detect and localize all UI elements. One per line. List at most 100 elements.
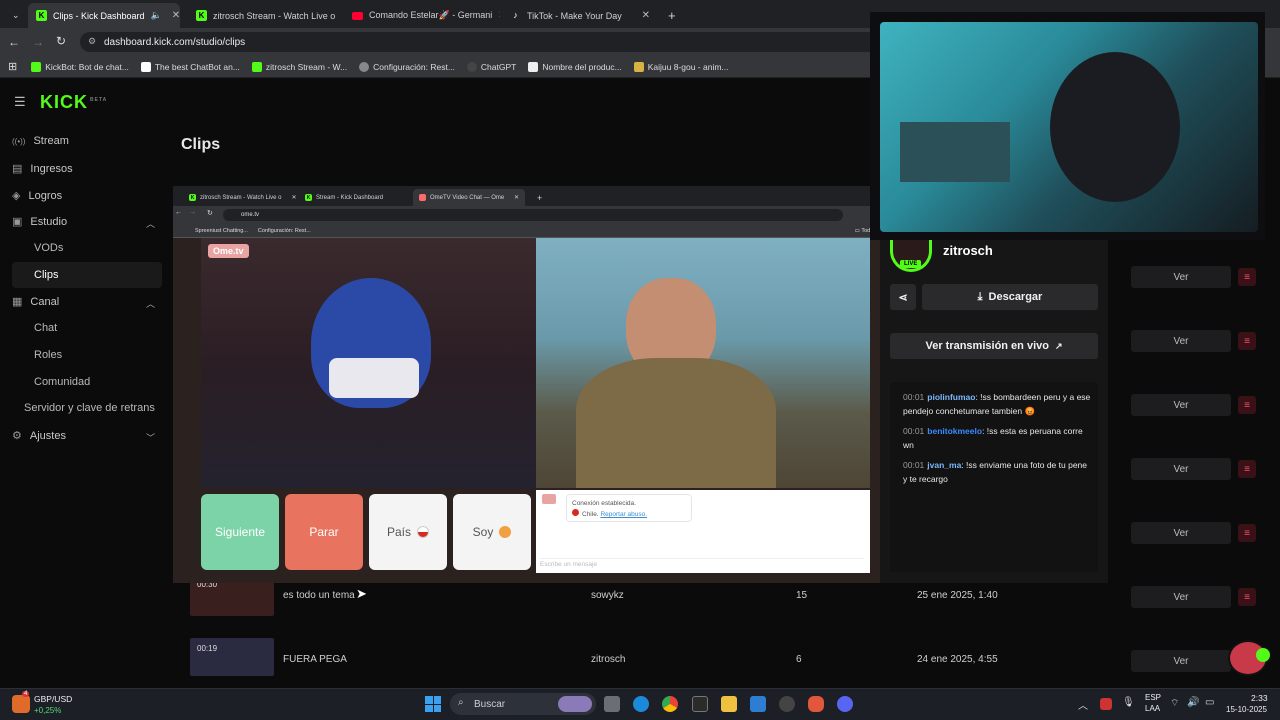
chevron-up-icon[interactable]: ︿ <box>146 297 155 310</box>
apps-grid-icon[interactable]: ⊞ <box>8 60 17 73</box>
wifi-icon[interactable]: ⌔ <box>1170 697 1179 710</box>
language-indicator[interactable]: ESP <box>1145 693 1161 702</box>
clip-views: 6 <box>796 654 802 665</box>
view-clip-button[interactable]: Ver <box>1131 650 1231 672</box>
view-clip-button[interactable]: Ver <box>1131 394 1231 416</box>
clock-time[interactable]: 2:33 <box>1251 693 1268 703</box>
chart-widget-icon[interactable] <box>12 695 30 713</box>
forward-arrow-icon[interactable]: → <box>32 35 44 49</box>
view-clip-button[interactable]: Ver <box>1131 330 1231 352</box>
connection-message: Conexión establecida. Chile. Reportar ab… <box>566 494 692 522</box>
sidebar-item-chat[interactable]: Chat <box>34 322 57 334</box>
sidebar-item-stream[interactable]: ((•)) Stream <box>12 135 69 147</box>
microphone-icon[interactable]: 🎙 <box>1122 697 1135 708</box>
delete-clip-button[interactable]: ≡ <box>1238 396 1256 414</box>
tab-search-button[interactable]: ⌄ <box>4 3 26 28</box>
bookmark-item[interactable]: zitrosch Stream - W... <box>251 61 347 72</box>
bookmark-item[interactable]: ChatGPT <box>466 61 516 72</box>
bookmark-item[interactable]: Nombre del produc... <box>528 61 622 72</box>
sidebar-item-vods[interactable]: VODs <box>34 242 63 254</box>
close-icon[interactable]: ✕ <box>498 10 500 21</box>
reload-icon[interactable]: ↻ <box>56 34 66 48</box>
new-tab-button[interactable]: + <box>660 3 682 28</box>
kick-logo[interactable]: KICK BETA <box>40 92 107 113</box>
sidebar-item-clips[interactable]: Clips <box>34 269 58 281</box>
room-furniture <box>900 122 1010 182</box>
clip-video-preview[interactable]: Kzitrosch Stream - Watch Live o ✕ K Stream… <box>173 186 880 583</box>
share-button[interactable]: ⋖ <box>890 284 916 310</box>
steam-icon[interactable] <box>779 696 795 712</box>
site-info-icon[interactable]: ⚙ <box>88 36 96 47</box>
file-explorer-icon[interactable] <box>721 696 737 712</box>
gear-icon <box>359 61 370 72</box>
next-button[interactable]: Siguiente <box>201 494 279 570</box>
ometv-page: Ome.tv Siguiente Parar País Soy Conexión… <box>173 238 880 583</box>
download-button[interactable]: ⤓ Descargar <box>922 284 1098 310</box>
taskbar-search-input[interactable]: ⌕ Buscar <box>450 693 596 715</box>
speaker-icon[interactable]: 🔈 <box>151 10 162 21</box>
sidebar-item-logros[interactable]: ◈ Logros <box>12 189 62 203</box>
region-indicator: LAA <box>1145 704 1161 713</box>
achievements-icon: ◈ <box>12 190 21 202</box>
ometv-logo: Ome.tv <box>208 244 249 258</box>
bookmark-item[interactable]: The best ChatBot an... <box>140 61 240 72</box>
hamburger-menu-icon[interactable]: ☰ <box>14 94 26 110</box>
close-icon[interactable]: ✕ <box>172 10 180 21</box>
windows-start-icon[interactable] <box>425 696 441 712</box>
streamer-name[interactable]: zitrosch <box>943 243 993 258</box>
sidebar-item-canal[interactable]: ▦ Canal <box>12 295 59 309</box>
task-view-icon[interactable] <box>604 696 620 712</box>
delete-clip-button[interactable]: ≡ <box>1238 524 1256 542</box>
chevron-up-icon[interactable]: ︿ <box>1078 697 1088 712</box>
embedded-bookmarks: Spreeniust Chatting... Configuración: Re… <box>173 224 880 238</box>
app-icon[interactable] <box>808 696 824 712</box>
chevron-up-icon[interactable]: ︿ <box>146 217 155 230</box>
sidebar-item-estudio[interactable]: ▣ Estudio <box>12 215 67 229</box>
delete-clip-button[interactable]: ≡ <box>1238 460 1256 478</box>
chat-message: 00:01 jvan_ma: !ss enviame una foto de tu… <box>903 460 1088 484</box>
chat-message: 00:01 piolinfumao: !ss bombardeen peru y … <box>903 392 1091 416</box>
ticker-name[interactable]: GBP/USD <box>34 694 72 704</box>
view-clip-button[interactable]: Ver <box>1131 266 1231 288</box>
sidebar-item-roles[interactable]: Roles <box>34 349 62 361</box>
gender-button[interactable]: Soy <box>453 494 531 570</box>
delete-clip-button[interactable]: ≡ <box>1238 332 1256 350</box>
tab-comando-estelar[interactable]: Comando Estelar🚀 - Germani ✕ <box>344 3 500 28</box>
tab-tiktok[interactable]: ♪ TikTok - Make Your Day ✕ <box>502 3 658 28</box>
sidebar-item-ajustes[interactable]: ⚙ Ajustes <box>12 429 66 443</box>
back-arrow-icon[interactable]: ← <box>8 35 20 49</box>
battery-icon[interactable]: ▭ <box>1205 697 1214 708</box>
bookmark-item[interactable]: KickBot: Bot de chat... <box>31 61 129 72</box>
sidebar-item-comunidad[interactable]: Comunidad <box>34 376 90 388</box>
bookmark-item[interactable]: Kaijuu 8-gou - anim... <box>633 61 729 72</box>
channel-icon: ▦ <box>12 296 23 308</box>
volume-icon[interactable]: 🔊 <box>1187 697 1199 708</box>
tab-clips[interactable]: K Clips - Kick Dashboard 🔈 ✕ <box>28 3 180 28</box>
view-clip-button[interactable]: Ver <box>1131 586 1231 608</box>
watch-live-button[interactable]: Ver transmisión en vivo ↗ <box>890 333 1098 359</box>
settings-icon: ⚙ <box>12 430 22 442</box>
bookmark-item[interactable]: Configuración: Rest... <box>359 61 455 72</box>
view-clip-button[interactable]: Ver <box>1131 522 1231 544</box>
stream-icon: ((•)) <box>12 136 26 146</box>
clip-author: sowykz <box>591 590 624 601</box>
url-input[interactable]: ⚙ dashboard.kick.com/studio/clips <box>80 32 880 52</box>
discord-icon[interactable] <box>837 696 853 712</box>
tray-app-icon[interactable] <box>1100 698 1112 710</box>
view-clip-button[interactable]: Ver <box>1131 458 1231 480</box>
delete-clip-button[interactable]: ≡ <box>1238 588 1256 606</box>
tab-zitrosch-stream[interactable]: K zitrosch Stream - Watch Live o ✕ <box>188 3 340 28</box>
stop-button[interactable]: Parar <box>285 494 363 570</box>
close-icon[interactable]: ✕ <box>642 10 650 21</box>
country-button[interactable]: País <box>369 494 447 570</box>
chevron-down-icon[interactable]: ﹀ <box>146 431 155 444</box>
report-abuse-link[interactable]: Reportar abuso. <box>600 511 647 518</box>
chrome-icon[interactable] <box>662 696 678 712</box>
sidebar-item-stream-key[interactable]: Servidor y clave de retrans <box>24 402 155 414</box>
epic-games-icon[interactable] <box>692 696 708 712</box>
sidebar-item-ingresos[interactable]: ▤ Ingresos <box>12 162 73 176</box>
edge-icon[interactable] <box>633 696 649 712</box>
notepad-icon[interactable] <box>750 696 766 712</box>
chat-message-input[interactable]: Escribe un mensaje <box>540 558 864 570</box>
delete-clip-button[interactable]: ≡ <box>1238 268 1256 286</box>
